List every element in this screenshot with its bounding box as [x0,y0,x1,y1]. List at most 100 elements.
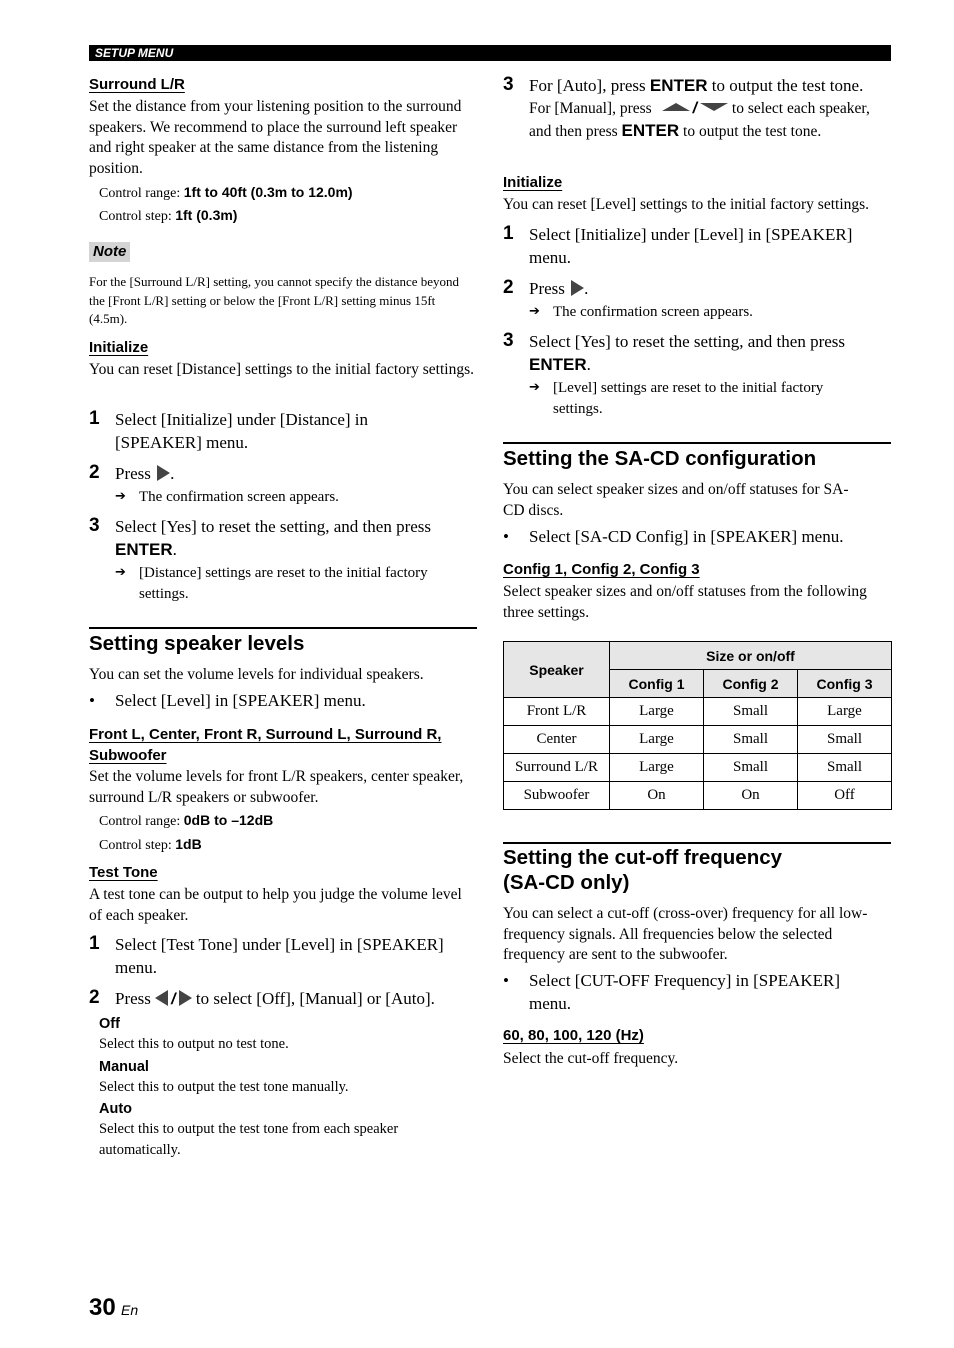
speaker-levels-bullet: • Select [Level] in [SPEAKER] menu. [89,690,477,713]
table-cell: Off [797,781,892,810]
cutoff-intro: You can select a cut-off (cross-over) fr… [503,905,868,963]
control-step-label: Control step: [99,209,176,224]
table-header-config-2: Config 2 [703,669,798,698]
step-result: ➔ [Distance] settings are reset to the in… [115,565,428,602]
step-number: 2 [89,987,100,1008]
surround-lr-heading: Surround L/R [89,76,185,93]
table-header-speaker: Speaker [503,641,610,698]
table-cell: Large [609,753,704,782]
control-range-value: 0dB to –12dB [183,812,274,828]
table-header-config-3: Config 3 [797,669,892,698]
section-header-bar: SETUP MENU [89,45,891,61]
levels-control-range: Control range: 0dB to –12dB [99,810,273,832]
table-cell-speaker: Center [503,725,610,754]
down-arrow-key-icon [700,103,729,111]
result-arrow-icon: ➔ [115,489,126,504]
step-text-continued: For [Manual], press / to select each spe… [529,100,870,140]
enter-key-label: ENTER [649,76,708,95]
step-text: Press / to select [Off], [Manual] or [Au… [115,989,435,1008]
option-off-label: Off [99,1016,120,1032]
surround-lr-body: Set the distance from your listening pos… [89,98,462,177]
option-off-desc: Select this to output no test tone. [99,1036,289,1052]
test-tone-body: A test tone can be output to help you ju… [89,886,462,924]
option-manual-label: Manual [99,1058,149,1075]
step-number: 1 [89,933,100,954]
table-cell: Small [797,725,892,754]
control-step-value: 1dB [175,836,202,852]
note-box: Note [89,242,131,262]
page-language: En [121,1302,139,1318]
enter-key-label: ENTER [115,539,173,559]
right-arrow-key-icon [178,990,192,1006]
sacd-config-bullet: • Select [SA-CD Config] in [SPEAKER] menu… [503,526,891,549]
right-arrow-key-icon [157,465,171,481]
step-text: Select [Yes] to reset the setting, and t… [115,517,432,559]
cutoff-values-body: Select the cut-off frequency. [503,1050,679,1067]
level-initialize-heading: Initialize [503,174,563,191]
cutoff-title: Setting the cut-off frequency (SA-CD onl… [503,846,783,894]
table-cell: Small [703,697,798,726]
table-cell-speaker: Front L/R [503,697,610,726]
control-range-label: Control range: [99,814,184,829]
left-arrow-key-icon [155,990,169,1006]
step-number: 3 [503,330,514,351]
table-header-group: Size or on/off [609,641,892,670]
section-header-label: SETUP MENU [95,46,174,60]
config-body: Select speaker sizes and on/off statuses… [503,583,867,621]
speaker-levels-title: Setting speaker levels [89,632,305,655]
bullet-icon: • [89,691,95,710]
distance-initialize-body: You can reset [Distance] settings to the… [89,361,474,378]
control-range-label: Control range: [99,186,184,201]
step-result: ➔ The confirmation screen appears. [529,302,889,323]
sacd-config-title: Setting the SA-CD configuration [503,447,817,470]
step-number: 3 [503,74,514,95]
right-arrow-key-icon [571,280,585,296]
note-badge: Note [89,242,131,262]
step-text: Select [Yes] to reset the setting, and t… [529,332,846,374]
table-row: Center Large Small Small [503,725,892,754]
table-row: Front L/R Large Small Large [503,697,892,726]
step-result: ➔ The confirmation screen appears. [115,487,475,508]
section-divider [89,627,477,629]
table-cell: Small [703,753,798,782]
table-cell-speaker: Subwoofer [503,781,610,810]
channel-list-heading: Front L, Center, Front R, Surround L, Su… [89,726,442,764]
cutoff-bullet: • Select [CUT-OFF Frequency] in [SPEAKER]… [503,971,841,1013]
levels-control-step: Control step: 1dB [99,834,202,856]
step-number: 1 [89,408,100,429]
step-text: Select [Initialize] under [Distance] in … [115,410,368,452]
table-row: Surround L/R Large Small Small [503,753,892,782]
step-text: Press . [115,464,175,483]
test-tone-heading: Test Tone [89,864,158,881]
test-tone-options: Off Select this to output no test tone. … [99,1014,477,1160]
sacd-config-intro: You can select speaker sizes and on/off … [503,481,849,519]
table-cell: On [703,781,798,810]
distance-initialize-heading: Initialize [89,339,149,356]
surround-control-range: Control range: 1ft to 40ft (0.3m to 12.0… [99,182,353,204]
config-heading: Config 1, Config 2, Config 3 [503,561,700,578]
table-cell: On [609,781,704,810]
section-divider [503,842,891,844]
step-number: 2 [503,277,514,298]
option-manual-desc: Select this to output the test tone manu… [99,1078,349,1095]
table-cell: Large [609,697,704,726]
step-text: For [Auto], press ENTER to output the te… [529,76,864,95]
table-row: Subwoofer On On Off [503,781,892,810]
step-text: Press . [529,279,589,298]
enter-key-label: ENTER [529,354,587,374]
note-text: For the [Surround L/R] setting, you cann… [89,274,460,326]
table-cell: Small [703,725,798,754]
bullet-icon: • [503,971,509,990]
page-number: 30 [89,1294,116,1321]
table-cell: Small [797,753,892,782]
control-step-value: 1ft (0.3m) [175,207,238,223]
table-cell: Large [609,725,704,754]
enter-key-label: ENTER [621,121,680,140]
step-text: Select [Initialize] under [Level] in [SP… [529,225,853,267]
step-number: 1 [503,223,514,244]
up-arrow-key-icon [661,103,690,111]
result-arrow-icon: ➔ [115,565,126,580]
step-number: 3 [89,515,100,536]
result-arrow-icon: ➔ [529,380,540,395]
option-auto-desc: Select this to output the test tone from… [99,1121,399,1158]
